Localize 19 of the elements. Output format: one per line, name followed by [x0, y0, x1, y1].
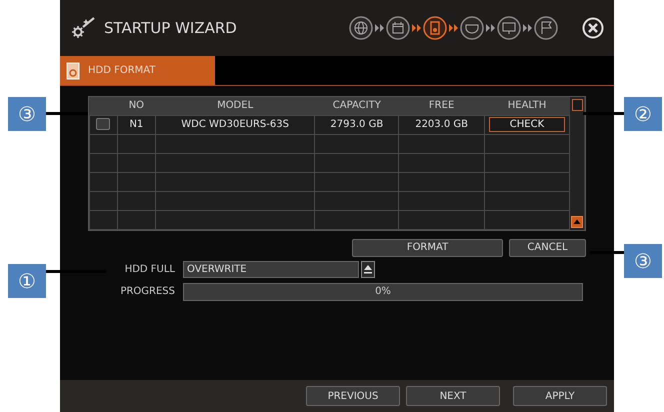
- table-cell: 2793.0 GB: [314, 115, 399, 134]
- previous-button[interactable]: PREVIOUS: [306, 386, 400, 406]
- field-label: PROGRESS: [119, 285, 176, 299]
- callout-marker: ③: [8, 97, 46, 131]
- cancel-button[interactable]: CANCEL: [509, 238, 586, 256]
- format-button[interactable]: FORMAT: [352, 238, 503, 256]
- window-title: STARTUP WIZARD: [104, 18, 237, 39]
- dropdown-field[interactable]: OVERWRITE: [183, 260, 359, 278]
- callout-marker: ③: [624, 244, 662, 278]
- check-button[interactable]: CHECK: [488, 117, 565, 132]
- apply-button[interactable]: APPLY: [513, 386, 607, 406]
- next-button[interactable]: NEXT: [406, 386, 500, 406]
- callout-marker: ②: [624, 97, 662, 131]
- callout-marker: ①: [8, 264, 46, 298]
- progress-text: 0%: [375, 285, 391, 299]
- table-cell: 2203.0 GB: [398, 115, 484, 134]
- field-label: HDD FULL: [124, 262, 176, 276]
- table-cell: WDC WD30EURS-63S: [155, 115, 315, 134]
- table-cell: N1: [117, 115, 156, 134]
